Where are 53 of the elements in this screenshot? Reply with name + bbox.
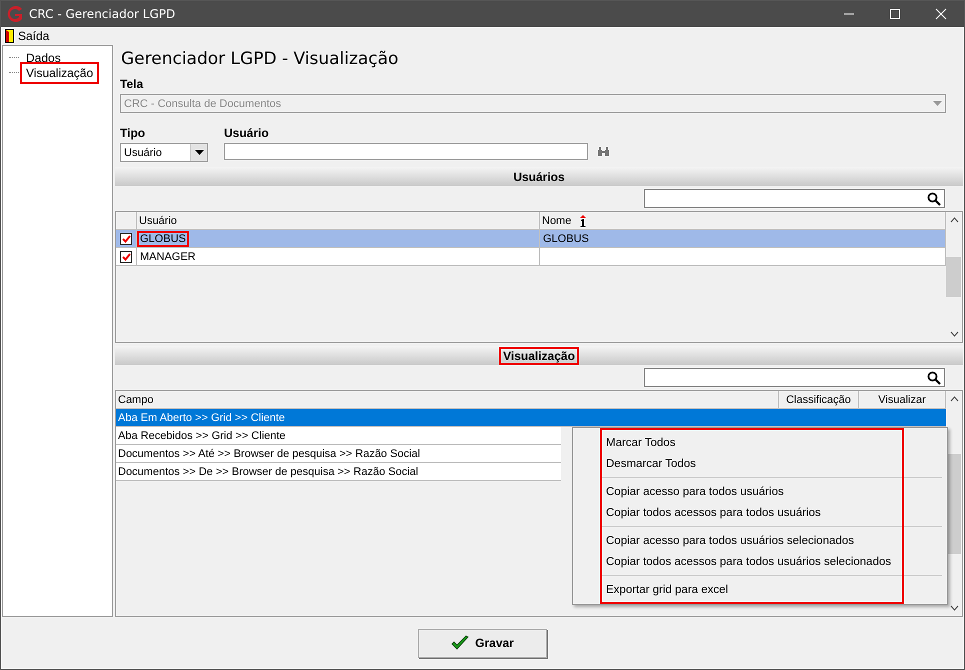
- checkbox[interactable]: [120, 232, 132, 244]
- table-cell: GLOBUS: [542, 232, 590, 244]
- menu-item[interactable]: Exportar grid para excel: [602, 579, 728, 600]
- table-cell: Documentos >> Até >> Browser de pesquisa >> Razão Social: [118, 448, 420, 460]
- table-row[interactable]: Aba Em Aberto >> Grid >> Cliente: [116, 409, 946, 427]
- tree-item[interactable]: Visualização: [22, 64, 98, 82]
- field-label: Usuário: [224, 126, 270, 142]
- checkmark-icon: [451, 635, 470, 651]
- search-icon[interactable]: [927, 370, 941, 384]
- window-title: CRC - Gerenciador LGPD: [29, 7, 176, 21]
- column-header[interactable]: Nome: [542, 214, 572, 226]
- column-header[interactable]: Campo: [116, 391, 779, 408]
- scroll-up-icon[interactable]: [950, 217, 958, 223]
- table-cell: Documentos >> De >> Browser de pesquisa >> Razão Social: [118, 466, 418, 478]
- field-label: Tela: [119, 77, 144, 93]
- menu-item[interactable]: Copiar acesso para todos usuários: [602, 481, 784, 502]
- scroll-up-icon[interactable]: [950, 396, 958, 402]
- menu-item[interactable]: Copiar acesso para todos usuários selecionados: [602, 530, 854, 551]
- table-cell: Aba Em Aberto >> Grid >> Cliente: [118, 412, 285, 424]
- menu-item[interactable]: Marcar Todos: [602, 432, 676, 453]
- binoculars-icon[interactable]: [598, 147, 609, 156]
- logo-icon: [5, 5, 25, 23]
- menu-item[interactable]: Desmarcar Todos: [602, 453, 696, 474]
- save-button[interactable]: Gravar: [418, 628, 547, 658]
- table-row[interactable]: Documentos >> Até >> Browser de pesquisa >> Razão Social: [116, 445, 561, 463]
- exit-menu-item[interactable]: Saída: [1, 29, 54, 43]
- search-field[interactable]: [644, 189, 945, 208]
- section-title: Visualização: [501, 348, 577, 362]
- scroll-down-icon[interactable]: [950, 331, 958, 337]
- search-field[interactable]: [644, 368, 945, 387]
- door-icon: [5, 29, 14, 43]
- table-row[interactable]: Aba Recebidos >> Grid >> Cliente: [116, 427, 561, 445]
- caret-icon[interactable]: [194, 150, 204, 155]
- field-label: Tipo: [119, 126, 146, 142]
- column-header[interactable]: Classificação: [779, 391, 859, 408]
- table-row[interactable]: MANAGER: [116, 248, 946, 266]
- column-header[interactable]: Usuário: [137, 212, 540, 229]
- menu-item[interactable]: Copiar todos acessos para todos usuários: [602, 502, 821, 523]
- tree-item[interactable]: Dados: [22, 48, 65, 66]
- section-title: Usuários: [512, 170, 566, 184]
- table-cell: GLOBUS: [139, 232, 187, 244]
- user-input-field[interactable]: [224, 143, 588, 160]
- search-icon[interactable]: [927, 192, 941, 206]
- scroll-down-icon[interactable]: [950, 605, 958, 611]
- sort-icon: [579, 214, 588, 226]
- table-cell: Aba Recebidos >> Grid >> Cliente: [118, 430, 286, 442]
- menu-item[interactable]: Copiar todos acessos para todos usuários selecionados: [602, 551, 892, 572]
- table-row[interactable]: GLOBUS GLOBUS: [116, 230, 946, 248]
- checkbox[interactable]: [120, 250, 132, 262]
- table-row[interactable]: Documentos >> De >> Browser de pesquisa >> Razão Social: [116, 463, 561, 481]
- type-dropdown[interactable]: Usuário: [120, 143, 208, 162]
- table-cell: MANAGER: [139, 250, 197, 262]
- page-heading: Gerenciador LGPD - Visualização: [120, 48, 400, 71]
